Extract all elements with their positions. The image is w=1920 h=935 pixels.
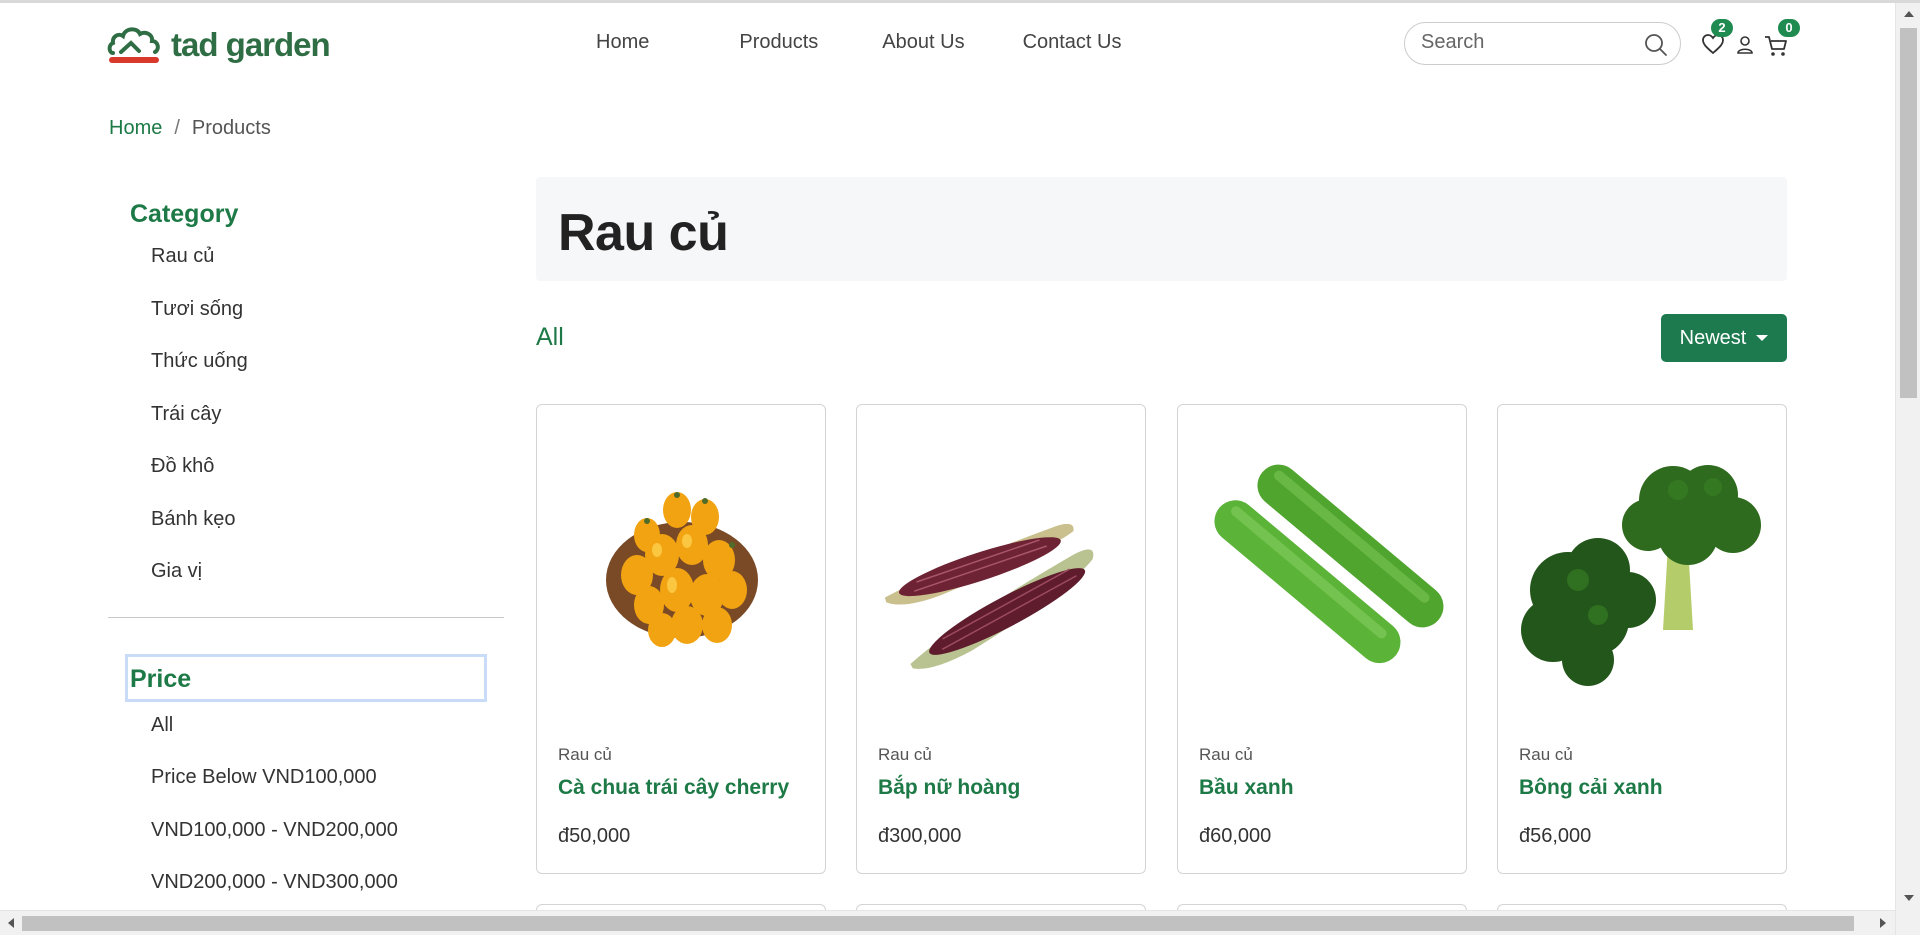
breadcrumb-separator: / <box>174 117 180 139</box>
scroll-up-arrow-icon[interactable] <box>1904 11 1914 17</box>
product-card[interactable]: Rau củ Cà chua trái cây cherry đ50,000 <box>536 404 826 874</box>
breadcrumb-home-link[interactable]: Home <box>109 117 162 140</box>
product-price: đ56,000 <box>1519 825 1592 847</box>
wishlist-button[interactable]: 2 <box>1701 19 1733 60</box>
broccoli-image[interactable] <box>1498 405 1788 725</box>
main-nav: Home Products About Us Contact Us <box>560 31 1122 54</box>
purple-corn-image[interactable] <box>857 405 1147 725</box>
category-item[interactable]: Bánh kẹo <box>108 504 504 557</box>
price-option[interactable]: Price Below VND100,000 <box>108 762 504 815</box>
product-category: Rau củ <box>878 745 932 764</box>
price-option[interactable]: All <box>108 710 504 763</box>
category-item[interactable]: Đồ khô <box>108 451 504 504</box>
category-banner: Rau củ <box>536 177 1787 281</box>
wishlist-count-badge: 2 <box>1711 19 1733 37</box>
category-list: Rau củ Tươi sống Thức uống Trái cây Đồ k… <box>108 241 504 609</box>
account-button[interactable] <box>1736 36 1754 59</box>
horizontal-scrollbar[interactable] <box>0 910 1895 935</box>
product-category: Rau củ <box>1519 745 1573 764</box>
product-category: Rau củ <box>558 745 612 764</box>
cart-count-badge: 0 <box>1778 19 1800 37</box>
search-icon[interactable] <box>1644 33 1668 62</box>
page-title: Rau củ <box>558 204 729 262</box>
cherry-tomato-image[interactable] <box>537 405 827 725</box>
vertical-scrollbar[interactable] <box>1895 3 1920 935</box>
product-grid: Rau củ Cà chua trái cây cherry đ50,000 R… <box>536 404 1787 874</box>
category-item[interactable]: Gia vị <box>108 556 504 609</box>
search-box <box>1404 22 1681 65</box>
scroll-down-arrow-icon[interactable] <box>1904 895 1914 901</box>
product-card[interactable]: Rau củ Bắp nữ hoàng đ300,000 <box>856 404 1146 874</box>
nav-about-us[interactable]: About Us <box>882 31 964 54</box>
category-heading: Category <box>130 200 239 228</box>
price-list: All Price Below VND100,000 VND100,000 - … <box>108 710 504 920</box>
product-name[interactable]: Bông cải xanh <box>1519 776 1663 800</box>
category-item[interactable]: Trái cây <box>108 399 504 452</box>
breadcrumb-current: Products <box>191 117 271 139</box>
green-gourd-image[interactable] <box>1178 405 1468 725</box>
scroll-right-arrow-icon[interactable] <box>1880 918 1886 928</box>
nav-contact-us[interactable]: Contact Us <box>1023 31 1122 54</box>
site-header: tad garden Home Products About Us Contac… <box>0 3 1895 83</box>
horizontal-scrollbar-thumb[interactable] <box>22 916 1854 931</box>
site-logo[interactable]: tad garden <box>107 23 331 67</box>
product-card[interactable]: Rau củ Bông cải xanh đ56,000 <box>1497 404 1787 874</box>
scroll-left-arrow-icon[interactable] <box>8 918 14 928</box>
product-price: đ60,000 <box>1199 825 1272 847</box>
nav-products[interactable]: Products <box>739 31 818 54</box>
price-heading-focus[interactable]: Price <box>125 653 487 702</box>
price-heading: Price <box>130 664 192 693</box>
product-price: đ50,000 <box>558 825 631 847</box>
price-option[interactable]: VND100,000 - VND200,000 <box>108 815 504 868</box>
product-price: đ300,000 <box>878 825 962 847</box>
product-name[interactable]: Bắp nữ hoàng <box>878 776 1020 800</box>
product-name[interactable]: Bầu xanh <box>1199 776 1294 800</box>
product-name[interactable]: Cà chua trái cây cherry <box>558 776 789 800</box>
vertical-scrollbar-thumb[interactable] <box>1900 28 1917 398</box>
sidebar-divider <box>108 616 504 618</box>
filter-sidebar: Category Rau củ Tươi sống Thức uống Trái… <box>108 200 504 920</box>
caret-down-icon <box>1756 335 1769 341</box>
search-input[interactable] <box>1421 31 1631 54</box>
cart-icon <box>1765 36 1787 56</box>
breadcrumb: Home / Products <box>109 117 271 140</box>
user-icon <box>1737 36 1753 54</box>
sort-label: Newest <box>1679 326 1747 349</box>
cart-button[interactable]: 0 <box>1764 19 1800 62</box>
category-item[interactable]: Rau củ <box>108 241 504 294</box>
product-category: Rau củ <box>1199 745 1253 764</box>
nav-home[interactable]: Home <box>596 31 649 54</box>
category-item[interactable]: Thức uống <box>108 346 504 399</box>
logo-text: tad garden <box>171 26 331 63</box>
category-item[interactable]: Tươi sống <box>108 294 504 347</box>
logo-cloud-icon <box>107 23 161 67</box>
active-filter-label: All <box>536 323 564 351</box>
product-card[interactable]: Rau củ Bầu xanh đ60,000 <box>1177 404 1467 874</box>
sort-dropdown-button[interactable]: Newest <box>1661 314 1787 362</box>
